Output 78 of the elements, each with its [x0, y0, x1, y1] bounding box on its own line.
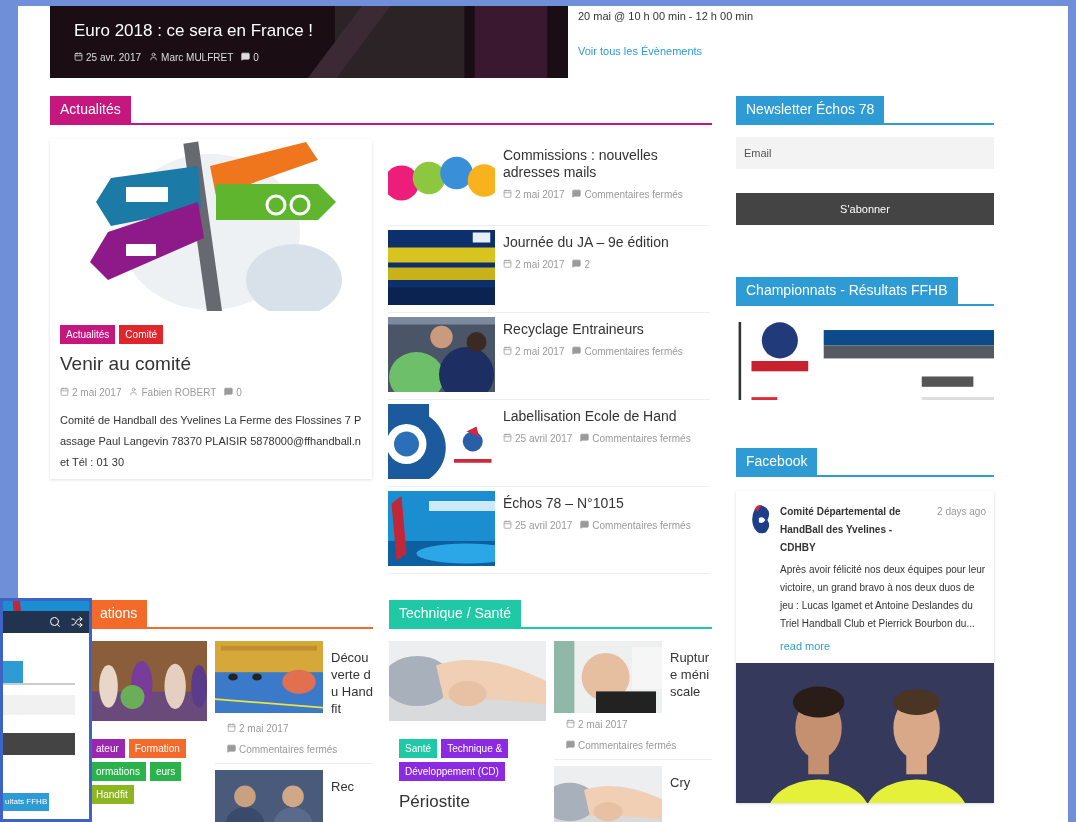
post-text: Après avoir félicité nos deux équipes pour leur victoire, un grand bravo à nos deux duos de jeu : Lucas Igamet et Antoine Deslandes du Triel Handball Club et Pierrick Bourbon du...	[780, 563, 986, 631]
search-icon[interactable]	[49, 616, 61, 628]
section-heading: Actualités	[50, 96, 131, 123]
comment-link[interactable]: Commentaires fermés	[584, 187, 683, 202]
post-title[interactable]: Échos 78 – N°1015	[503, 495, 691, 512]
post-author[interactable]: Marc MULFRET	[161, 49, 234, 65]
user-icon	[129, 386, 139, 396]
calendar-icon	[566, 719, 575, 728]
calendar-icon	[74, 51, 83, 61]
post-date: 2 mai 2017	[578, 718, 628, 732]
post-date: 25 avr. 2017	[86, 50, 142, 65]
post-date: 2 mai 2017	[239, 722, 289, 736]
comment-icon	[227, 744, 236, 753]
calendar-icon	[503, 433, 512, 442]
calendar-icon	[503, 189, 512, 198]
comment-link[interactable]: 2	[584, 257, 591, 272]
post-title[interactable]: Recyclage Entraineurs	[503, 321, 683, 338]
post-excerpt: Comité de Handball des Yvelines La Ferme des Flossines 7 Passage Paul Langevin 78370 PLAISIR 5878000@ffhandball.net Tél : 01 30	[60, 412, 362, 470]
category-tag[interactable]: Technique &	[441, 739, 509, 758]
category-tag[interactable]: Développement (CD)	[399, 762, 505, 781]
post-date: 2 mai 2017	[515, 258, 565, 272]
post-title[interactable]: Labellisation Ecole de Hand	[503, 408, 691, 425]
post-date: 25 avril 2017	[515, 432, 573, 446]
shuffle-icon[interactable]	[71, 616, 83, 628]
featured-banner[interactable]: Euro 2018 : ce sera en France ! 25 avr. 2017 Marc MULFRET 0	[50, 6, 568, 78]
comment-icon	[224, 386, 234, 396]
comment-icon	[572, 346, 582, 355]
post-date: 2 mai 2017	[515, 345, 565, 359]
calendar-icon	[503, 346, 512, 355]
calendar-icon	[227, 723, 236, 732]
post-title[interactable]: Rupture méniscale	[554, 641, 712, 700]
post-title[interactable]: Commissions : nouvelles adresses mails	[503, 147, 710, 181]
email-field[interactable]: Email	[736, 137, 994, 169]
widget-heading: Facebook	[736, 448, 818, 475]
comment-icon	[572, 259, 582, 268]
post-title[interactable]: Rec	[215, 770, 373, 795]
user-icon	[149, 51, 159, 61]
widget-heading	[3, 661, 23, 683]
post-title[interactable]: Cry	[554, 766, 712, 791]
comment-link[interactable]: Commentaires fermés	[584, 344, 683, 359]
comment-icon	[241, 51, 251, 61]
post-date: 2 mai 2017	[515, 188, 565, 202]
calendar-icon	[503, 259, 512, 268]
post-time: 2 days ago	[937, 505, 986, 519]
comment-link[interactable]: Commentaires fermés	[592, 431, 691, 446]
post-title[interactable]: Venir au comité	[60, 350, 362, 379]
post-title[interactable]: Périostite	[389, 789, 546, 815]
widget-heading: Championnats - Résultats FFHB	[736, 277, 958, 304]
category-tag[interactable]: Comité	[119, 325, 164, 344]
comment-link[interactable]: Commentaires fermés	[592, 518, 691, 533]
event-time: 20 mai @ 10 h 00 min - 12 h 00 min	[578, 9, 754, 24]
comment-icon	[572, 189, 582, 198]
post-title[interactable]: Découverte du Handfit	[215, 641, 373, 717]
widget-heading: Newsletter Échos 78	[736, 96, 885, 123]
comment-link[interactable]: Commentaires fermés	[239, 742, 338, 757]
featured-title[interactable]: Euro 2018 : ce sera en France !	[74, 18, 314, 44]
page-name[interactable]: Comité Départemental de HandBall des Yvelines - CDHBY	[780, 503, 920, 557]
section-heading: Technique / Santé	[389, 600, 522, 627]
email-field[interactable]	[3, 695, 75, 715]
category-tag[interactable]: Formation	[128, 739, 186, 758]
category-tag[interactable]: ateur	[90, 739, 125, 758]
comment-icon	[580, 520, 590, 529]
post-date: 25 avril 2017	[515, 519, 573, 533]
comment-icon	[566, 740, 575, 749]
calendar-icon	[503, 520, 512, 529]
subscribe-button[interactable]: S'abonner	[736, 193, 994, 225]
category-tag[interactable]: Actualités	[60, 325, 116, 344]
comment-link[interactable]: Commentaires fermés	[578, 738, 677, 753]
comment-icon	[580, 433, 590, 442]
all-events-link[interactable]: Voir tous les Évènements	[578, 42, 754, 59]
comment-link[interactable]: 0	[253, 49, 259, 65]
widget-heading: ultats FFHB	[3, 793, 50, 811]
read-more-link[interactable]: read more	[780, 637, 986, 655]
post-title[interactable]: Journée du JA – 9e édition	[503, 234, 669, 251]
post-date: 2 mai 2017	[72, 385, 122, 400]
section-heading: ations	[90, 600, 148, 627]
comment-link[interactable]: 0	[236, 384, 242, 400]
calendar-icon	[60, 386, 69, 396]
